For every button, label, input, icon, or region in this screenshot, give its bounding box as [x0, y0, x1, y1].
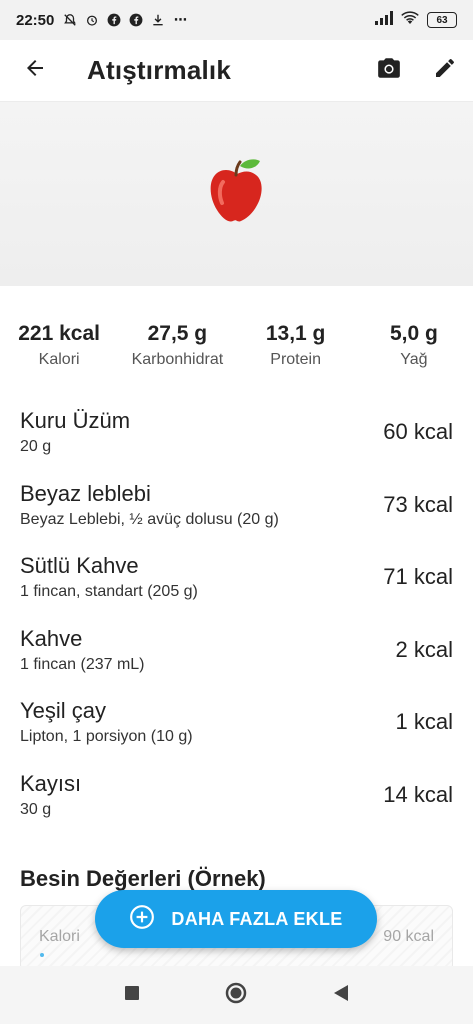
food-info: Yeşil çay Lipton, 1 porsiyon (10 g) [20, 698, 396, 746]
summary-calories: 221 kcal Kalori [0, 322, 118, 382]
summary-carbs: 27,5 g Karbonhidrat [118, 322, 236, 382]
macro-summary: 221 kcal Kalori 27,5 g Karbonhidrat 13,1… [0, 322, 473, 382]
summary-value: 27,5 g [147, 322, 208, 345]
camera-icon [376, 55, 402, 86]
mute-icon [62, 12, 78, 28]
camera-button[interactable] [361, 40, 417, 102]
status-notification-icons: ⋯ [62, 12, 188, 28]
status-bar: 22:50 ⋯ 63 [0, 0, 473, 40]
food-kcal: 2 kcal [395, 636, 453, 662]
status-time: 22:50 [16, 11, 55, 29]
app-bar: Atıştırmalık [0, 40, 473, 102]
food-item[interactable]: Kuru Üzüm 20 g 60 kcal [0, 396, 473, 469]
wifi-icon [401, 11, 419, 29]
food-item[interactable]: Yeşil çay Lipton, 1 porsiyon (10 g) 1 kc… [0, 686, 473, 759]
food-kcal: 1 kcal [395, 709, 453, 735]
food-portion: 1 fincan (237 mL) [20, 655, 145, 673]
status-system-icons: 63 [375, 11, 457, 29]
summary-fat: 5,0 g Yağ [355, 322, 473, 382]
more-dots-icon: ⋯ [173, 12, 187, 27]
food-item[interactable]: Kahve 1 fincan (237 mL) 2 kcal [0, 614, 473, 687]
recent-apps-button[interactable] [112, 975, 152, 1015]
meal-image-area [0, 102, 473, 286]
apple-icon [205, 156, 269, 233]
food-portion: 1 fincan, standart (205 g) [20, 583, 198, 601]
system-nav-bar [0, 966, 473, 1024]
recent-apps-icon [124, 985, 140, 1006]
nutrition-section-title: Besin Değerleri (Örnek) [20, 866, 266, 891]
add-more-button[interactable]: DAHA FAZLA EKLE [95, 890, 377, 948]
app-bar-actions [361, 40, 473, 102]
food-name: Yeşil çay [20, 698, 107, 724]
edit-pencil-icon [433, 56, 457, 85]
home-button[interactable] [216, 975, 256, 1015]
food-kcal: 73 kcal [383, 491, 453, 517]
nutrition-bar-dot [40, 953, 44, 957]
food-name: Kayısı [20, 770, 82, 796]
facebook-icon [128, 12, 144, 28]
food-portion: 20 g [20, 438, 52, 456]
add-more-label: DAHA FAZLA EKLE [171, 908, 343, 929]
back-button[interactable] [0, 40, 70, 102]
food-list: Kuru Üzüm 20 g 60 kcal Beyaz leblebi Bey… [0, 396, 473, 831]
summary-protein: 13,1 g Protein [237, 322, 355, 382]
food-name: Beyaz leblebi [20, 480, 151, 506]
food-kcal: 71 kcal [383, 564, 453, 590]
food-info: Beyaz leblebi Beyaz Leblebi, ½ avüç dolu… [20, 481, 383, 529]
download-icon [150, 12, 166, 28]
summary-value: 5,0 g [389, 322, 438, 345]
edit-button[interactable] [417, 40, 473, 102]
summary-value: 13,1 g [265, 322, 326, 345]
food-info: Kayısı 30 g [20, 771, 383, 819]
food-kcal: 14 kcal [383, 781, 453, 807]
nutrition-row-label: Kalori [39, 928, 80, 945]
summary-label: Protein [270, 351, 321, 368]
summary-label: Kalori [38, 351, 80, 368]
facebook-icon [106, 12, 122, 28]
summary-label: Karbonhidrat [131, 351, 224, 368]
food-name: Kahve [20, 625, 83, 651]
add-circle-icon [129, 904, 155, 935]
summary-value: 221 kcal [18, 322, 100, 345]
food-info: Kuru Üzüm 20 g [20, 408, 383, 456]
battery-indicator: 63 [427, 12, 457, 28]
food-item[interactable]: Beyaz leblebi Beyaz Leblebi, ½ avüç dolu… [0, 469, 473, 542]
alarm-icon [84, 12, 100, 28]
summary-label: Yağ [400, 351, 428, 368]
food-portion: 30 g [20, 800, 52, 818]
food-info: Sütlü Kahve 1 fincan, standart (205 g) [20, 553, 383, 601]
home-icon [225, 982, 247, 1009]
food-name: Sütlü Kahve [20, 553, 139, 579]
page-title: Atıştırmalık [87, 55, 232, 85]
food-name: Kuru Üzüm [20, 408, 131, 434]
back-triangle-icon [333, 984, 349, 1007]
food-item[interactable]: Sütlü Kahve 1 fincan, standart (205 g) 7… [0, 541, 473, 614]
nutrition-row-value: 90 kcal [383, 928, 434, 945]
arrow-back-icon [23, 56, 47, 85]
food-portion: Lipton, 1 porsiyon (10 g) [20, 728, 193, 746]
food-kcal: 60 kcal [383, 419, 453, 445]
food-item[interactable]: Kayısı 30 g 14 kcal [0, 759, 473, 832]
signal-icon [375, 11, 393, 29]
food-portion: Beyaz Leblebi, ½ avüç dolusu (20 g) [20, 510, 279, 528]
nav-back-button[interactable] [321, 975, 361, 1015]
food-info: Kahve 1 fincan (237 mL) [20, 626, 396, 674]
